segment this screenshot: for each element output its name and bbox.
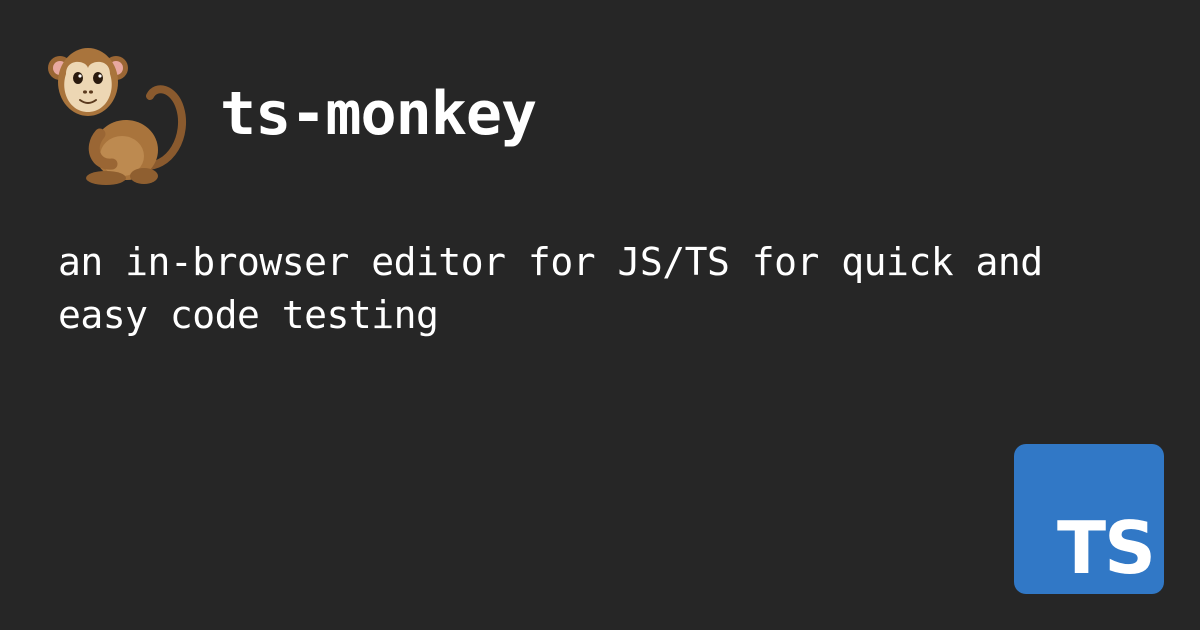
tagline: an in-browser editor for JS/TS for quick… (58, 240, 1043, 337)
typescript-badge-label: TS (1057, 506, 1156, 590)
monkey-icon (40, 38, 192, 190)
header: ts-monkey (40, 36, 537, 192)
typescript-logo-badge: TS (1014, 444, 1164, 594)
app-title: ts-monkey (220, 79, 537, 149)
